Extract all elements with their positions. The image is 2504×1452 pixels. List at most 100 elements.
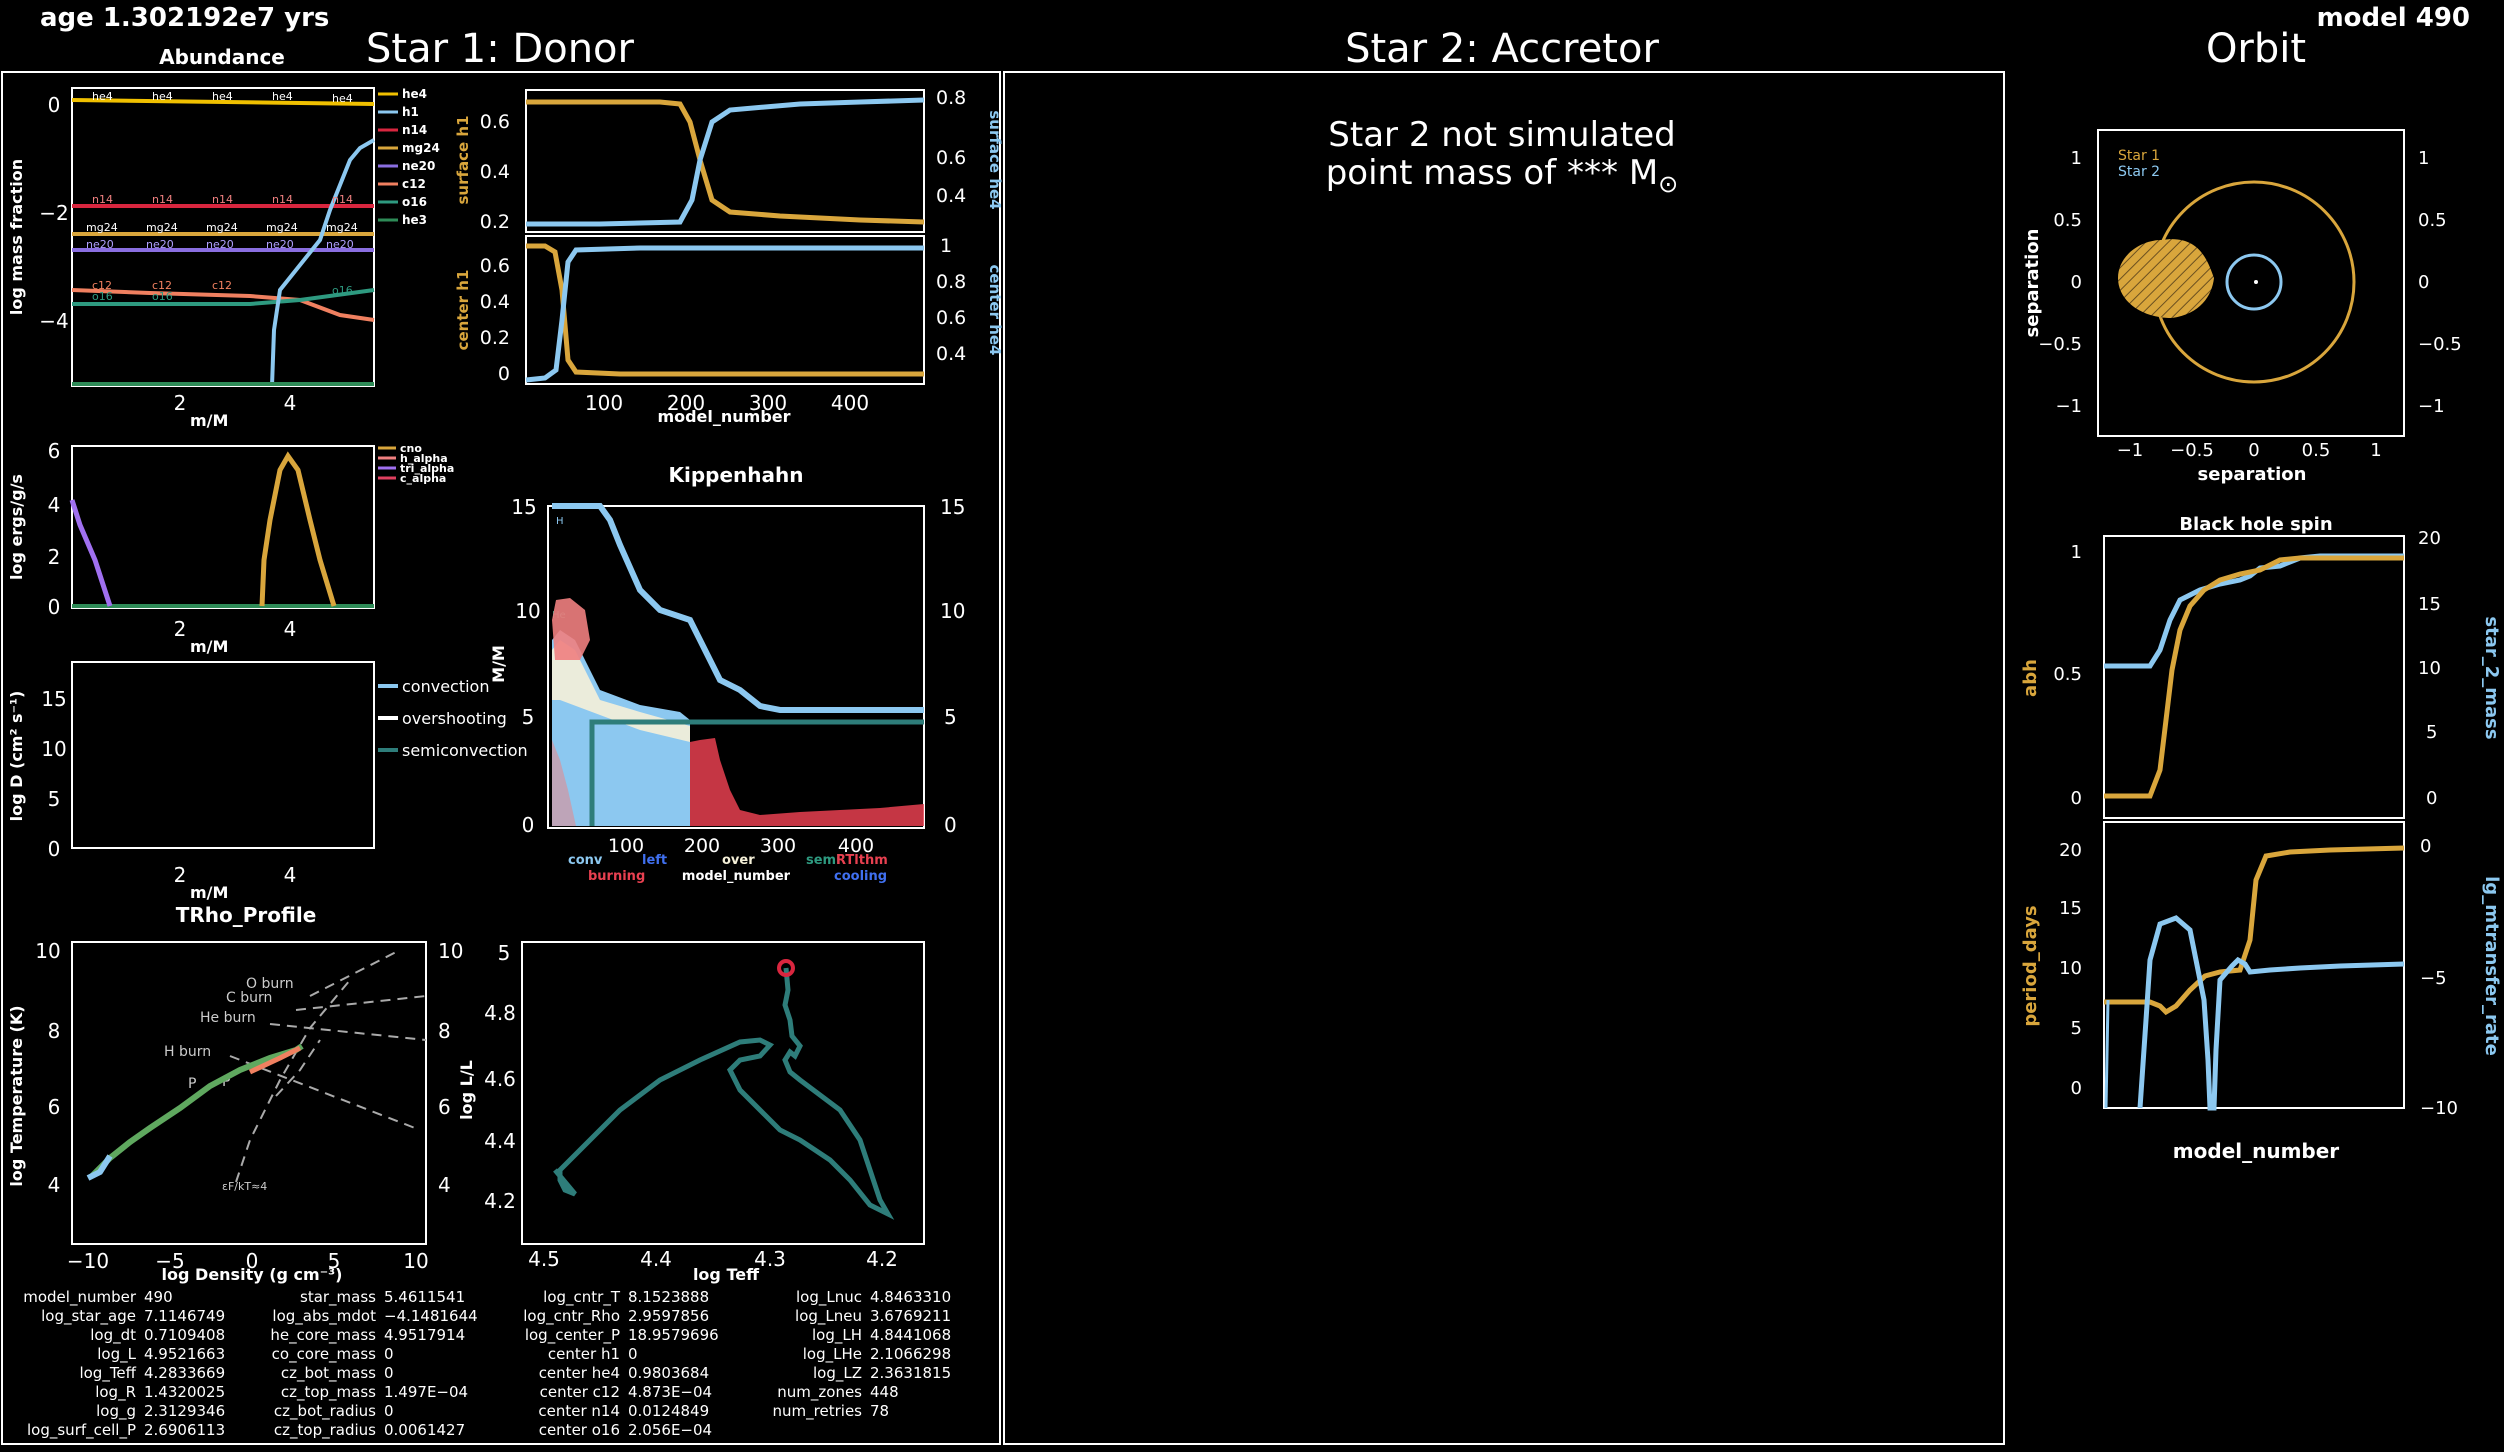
bh-spin-right-label: star_2_mass: [2481, 616, 2502, 739]
orbit-title: Orbit: [2206, 26, 2306, 72]
screen: age 1.302192e7 yrs model 490 Star 1: Don…: [1, 3, 2502, 1445]
info-value: 448: [870, 1383, 899, 1401]
star2-title: Star 2: Accretor: [1345, 26, 1659, 72]
bh-spin-right-tick: 5: [2426, 722, 2437, 743]
surface-he4-line: [526, 97, 925, 227]
he-burn-label: He burn: [200, 1010, 256, 1026]
info-key: center h1: [548, 1345, 620, 1363]
info-value: 1.497E−04: [384, 1383, 468, 1401]
trho-rtick: 4: [438, 1173, 451, 1197]
orbit-legend-star2: Star 2: [2118, 164, 2160, 180]
ne20-inline-label: ne20: [86, 238, 114, 251]
kippenhahn-ylabel: M/M: [489, 645, 508, 683]
period-left-tick: 0: [2071, 1078, 2082, 1099]
tri-alpha-line: [69, 499, 113, 607]
bh-spin-frame: [2103, 535, 2405, 819]
power-xlabel: m/M: [190, 637, 228, 656]
orbit-rtick: 0: [2418, 272, 2429, 293]
info-value: 0.0061427: [384, 1421, 465, 1439]
n14-inline-label: n14: [152, 193, 173, 206]
info-value: 0: [384, 1345, 394, 1363]
kipp-legend-conv: conv: [568, 853, 603, 868]
trho-ytick: 6: [48, 1095, 61, 1119]
orbit-rtick: 1: [2418, 148, 2429, 169]
center-xtick: 400: [831, 391, 869, 415]
bh-spin-title: Black hole spin: [2179, 514, 2332, 535]
mixing-ytick: 0: [48, 837, 61, 861]
info-value: 4.8463310: [870, 1288, 951, 1306]
bh-spin-right-tick: 15: [2418, 594, 2441, 615]
orbit-xtick: 1: [2370, 440, 2381, 461]
info-key: log_center_P: [525, 1326, 620, 1345]
hr-ytick: 4.8: [484, 1001, 516, 1025]
info-key: log_LZ: [813, 1364, 862, 1383]
info-key: log_cntr_T: [543, 1288, 621, 1307]
info-value: 2.9597856: [628, 1307, 709, 1325]
trho-xlabel: log Density (g cm⁻³): [162, 1265, 343, 1284]
hr-xtick: 4.2: [866, 1247, 898, 1271]
hr-ytick: 4.2: [484, 1189, 516, 1213]
hr-xtick: 4.4: [640, 1247, 672, 1271]
info-value: 4.873E−04: [628, 1383, 712, 1401]
hr-ytick: 5: [498, 941, 511, 965]
mixing-frame: [71, 661, 375, 849]
power-ytick: 6: [48, 439, 61, 463]
orbit-ytick: −0.5: [2038, 334, 2082, 355]
trho-ytick: 10: [35, 939, 60, 963]
center-frame: [525, 235, 925, 385]
surface-right-tick: 0.8: [936, 87, 966, 109]
trho-ytick: 8: [48, 1019, 61, 1043]
cno-line: [259, 451, 337, 607]
legend-mg24: mg24: [402, 141, 440, 155]
power-ytick: 4: [48, 493, 61, 517]
info-key: num_retries: [773, 1402, 863, 1421]
info-value: 78: [870, 1402, 889, 1420]
power-ylabel: log ergs/g/s: [7, 474, 26, 580]
kippenhahn-xtick: 300: [760, 835, 796, 857]
abh-line: [2104, 555, 2404, 799]
power-ytick: 2: [48, 545, 61, 569]
orbit-rtick: −0.5: [2418, 334, 2462, 355]
info-key: log_L: [97, 1345, 136, 1364]
kipp-legend-rtlthm: RTlthm: [836, 853, 888, 868]
abundance-xtick: 2: [174, 391, 187, 415]
mg24-inline-label: mg24: [326, 221, 358, 234]
trho-title: TRho_Profile: [176, 903, 317, 927]
hr-ytick: 4.4: [484, 1129, 516, 1153]
surface-left-tick: 0.6: [480, 111, 510, 133]
period-right-tick: −10: [2420, 1098, 2458, 1119]
abundance-ytick: 0: [48, 93, 61, 117]
info-key: log_Lneu: [795, 1307, 862, 1326]
trho-rtick: 10: [438, 939, 463, 963]
center-right-tick: 0.6: [936, 307, 966, 329]
bh-spin-plot: Black hole spin abh star_2_mass 1 0.5 0 …: [2020, 514, 2502, 819]
ne20-inline-label: ne20: [266, 238, 294, 251]
orbit-ytick: 1: [2071, 148, 2082, 169]
orbit-xtick: −1: [2117, 440, 2144, 461]
orbit-ytick: 0: [2071, 272, 2082, 293]
info-value: 0: [384, 1402, 394, 1420]
info-key: log_abs_mdot: [272, 1307, 376, 1326]
star2-note-line1: Star 2 not simulated: [1328, 115, 1675, 155]
o-burn-line: [309, 949, 401, 997]
abundance-ytick: −2: [39, 201, 68, 225]
legend-n14: n14: [402, 123, 427, 137]
hr-xlabel: log Teff: [693, 1265, 760, 1284]
hr-plot: log L/L 5 4.8 4.6 4.4 4.2 4.5 4.4 4.3 4.…: [457, 941, 925, 1284]
info-key: center n14: [538, 1402, 620, 1420]
power-ytick: 0: [48, 595, 61, 619]
abundance-plot: Abundance log mass fraction 0 −2 −4 2 4 …: [7, 45, 440, 430]
info-value: 3.6769211: [870, 1307, 951, 1325]
legend-c12: c12: [402, 177, 426, 191]
info-value: 2.3129346: [144, 1402, 225, 1420]
kippenhahn-title: Kippenhahn: [669, 463, 804, 487]
legend-he4: he4: [402, 87, 427, 101]
info-value: 2.6906113: [144, 1421, 225, 1439]
period-left-label: period_days: [2020, 905, 2041, 1026]
he4-inline-label: he4: [332, 92, 353, 105]
info-value: 2.1066298: [870, 1345, 951, 1363]
center-plot: center h1 center he4 0.6 0.4 0.2 0 1 0.8…: [454, 235, 1004, 426]
c12-inline-label: c12: [212, 279, 232, 292]
info-value: 2.3631815: [870, 1364, 951, 1382]
info-value: 0: [384, 1364, 394, 1382]
